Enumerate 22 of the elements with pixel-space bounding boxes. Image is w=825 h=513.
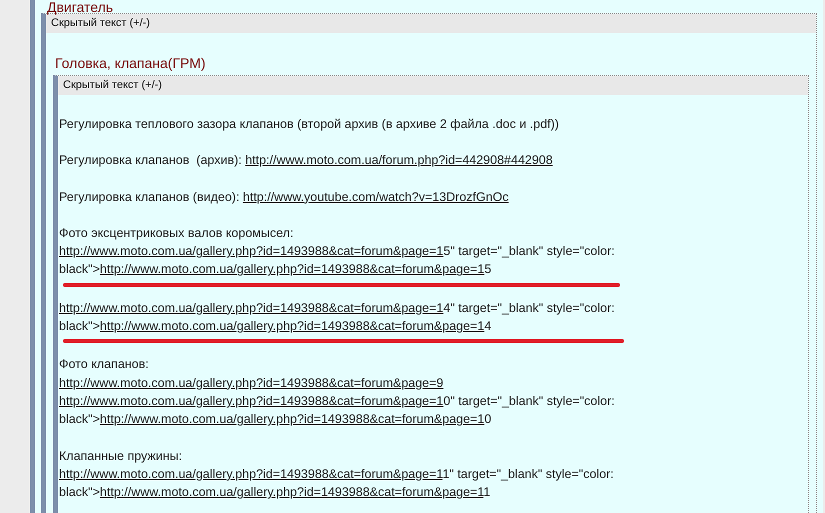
paragraph-text: Фото эксцентриковых валов коромысел: http://www.moto.com.ua/gallery.php?id=1493988&cat=forum&page=15" target="_blank" style="color: black">http://www.moto.com.ua/gallery.php?id=1493988&cat=forum&page=15 bbox=[59, 224, 615, 278]
paragraph-text: Регулировка теплового зазора клапанов (второй архив (в архиве 2 файла .doc и .pdf)) bbox=[59, 116, 559, 133]
spoiler-toggle[interactable]: Скрытый текст (+/-) bbox=[58, 76, 808, 95]
section-title: Двигатель bbox=[46, 0, 114, 13]
paragraph-text: http://www.moto.com.ua/gallery.php?id=1493988&cat=forum&page=14" target="_blank" style="color: black">http://www.moto.com.ua/gallery.php?id=1493988&cat=forum&page=14 bbox=[59, 300, 615, 336]
link[interactable]: http://www.moto.com.ua/gallery.php?id=1493988&cat=forum&page=1 bbox=[59, 394, 444, 408]
link[interactable]: http://www.moto.com.ua/forum.php?id=442908#442908 bbox=[245, 153, 553, 168]
paragraph-text: Клапанные пружины: http://www.moto.com.ua/gallery.php?id=1493988&cat=forum&page=11" target="_blank" style="color: black">http://www.moto.com.ua/gallery.php?id=1493988&cat=forum&page=11 bbox=[59, 448, 614, 502]
spoiler-toggle[interactable]: Скрытый текст (+/-) bbox=[46, 14, 816, 33]
paragraph-text: Регулировка клапанов (видео): http://www.youtube.com/watch?v=13DrozfGnOc bbox=[59, 188, 509, 206]
link[interactable]: http://www.moto.com.ua/gallery.php?id=1493988&cat=forum&page=1 bbox=[59, 244, 444, 258]
link[interactable]: http://www.moto.com.ua/gallery.php?id=1493988&cat=forum&page=1 bbox=[100, 262, 484, 276]
paragraph-text: Фото клапанов: http://www.moto.com.ua/gallery.php?id=1493988&cat=forum&page=9 http://www.moto.com.ua/gallery.php?id=1493988&cat=forum&page=10" target="_blank" style="color: black">http://www.moto.com.ua/gallery.php?id=1493988&cat=forum&page=10 bbox=[59, 356, 615, 428]
link[interactable]: http://www.moto.com.ua/gallery.php?id=1493988&cat=forum&page=1 bbox=[59, 300, 444, 315]
paragraph-text: Регулировка клапанов (архив): http://www.moto.com.ua/forum.php?id=442908#442908 bbox=[59, 152, 553, 170]
link[interactable]: http://www.moto.com.ua/gallery.php?id=1493988&cat=forum&page=1 bbox=[59, 466, 442, 481]
link[interactable]: http://www.moto.com.ua/gallery.php?id=1493988&cat=forum&page=9 bbox=[59, 376, 444, 390]
link[interactable]: http://www.moto.com.ua/gallery.php?id=1493988&cat=forum&page=1 bbox=[100, 412, 484, 426]
link[interactable]: http://www.moto.com.ua/gallery.php?id=1493988&cat=forum&page=1 bbox=[100, 485, 484, 500]
link[interactable]: http://www.moto.com.ua/gallery.php?id=1493988&cat=forum&page=1 bbox=[100, 319, 484, 334]
link[interactable]: http://www.youtube.com/watch?v=13DrozfGnOc bbox=[242, 190, 509, 204]
subsection-title: Головка, клапана(ГРМ) bbox=[54, 55, 206, 71]
